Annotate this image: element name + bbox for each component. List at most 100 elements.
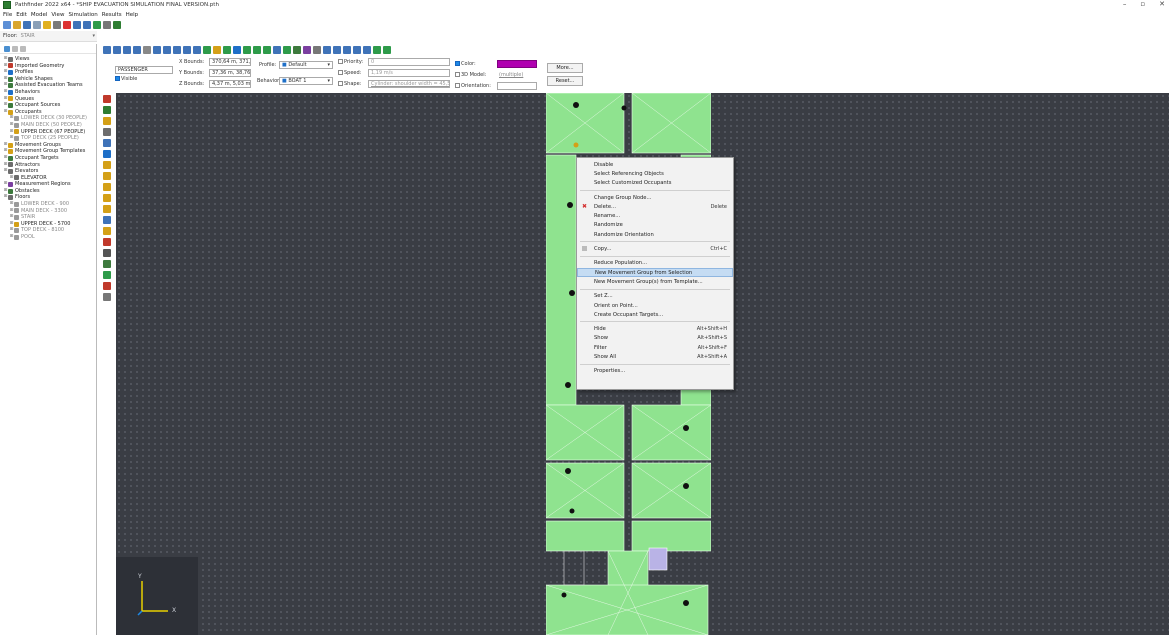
create-tool-icon[interactable] — [103, 249, 111, 257]
menu-edit[interactable]: Edit — [16, 12, 27, 18]
tree-item[interactable]: ⊞ TOP DECK - 8100 — [0, 227, 96, 234]
view-tool-icon[interactable] — [283, 45, 291, 54]
tree-item[interactable]: ⊞ Occupant Targets — [0, 155, 96, 162]
tree-item[interactable]: ⊞ Imported Geometry — [0, 63, 96, 70]
tree-item[interactable]: ⊞ Queues — [0, 96, 96, 103]
view-tool-icon[interactable] — [293, 45, 301, 54]
orientation-checkbox[interactable]: Orientation: — [455, 83, 491, 89]
speed-checkbox[interactable]: Speed: — [338, 70, 361, 76]
print-icon[interactable] — [33, 20, 41, 29]
create-tool-icon[interactable] — [103, 282, 111, 290]
color-checkbox[interactable]: Color: — [455, 61, 476, 67]
stop-icon[interactable] — [63, 20, 71, 29]
view-tool-icon[interactable] — [333, 45, 341, 54]
tree-item[interactable]: ⊞ Obstacles — [0, 188, 96, 195]
speed-field[interactable]: 1,19 m/s — [368, 69, 450, 77]
reset-button[interactable]: Reset... — [547, 76, 583, 86]
tree-item[interactable]: ⊞ STAIR — [0, 214, 96, 221]
create-tool-icon[interactable] — [103, 161, 111, 169]
create-tool-icon[interactable] — [103, 260, 111, 268]
minimize-button[interactable]: – — [1123, 0, 1127, 8]
create-tool-icon[interactable] — [103, 216, 111, 224]
menu-item[interactable]: Create Occupant Targets... — [577, 310, 733, 319]
shape-checkbox[interactable]: Shape: — [338, 81, 361, 87]
create-tool-icon[interactable] — [103, 238, 111, 246]
create-tool-icon[interactable] — [103, 227, 111, 235]
menu-item[interactable]: Rename... — [577, 211, 733, 220]
tree-item[interactable]: ⊞ TOP DECK (25 PEOPLE) — [0, 135, 96, 142]
results-icon[interactable] — [113, 20, 121, 29]
floor-selector[interactable]: Floor: STAIR ▾ — [0, 31, 97, 42]
create-tool-icon[interactable] — [103, 95, 111, 103]
view-tool-icon[interactable] — [153, 45, 161, 54]
tree-item[interactable]: ⊞ Occupant Sources — [0, 102, 96, 109]
menu-item[interactable]: Set Z... — [577, 292, 733, 301]
tool-icon[interactable] — [53, 20, 61, 29]
create-tool-icon[interactable] — [103, 172, 111, 180]
tree-item[interactable]: ⊞ UPPER DECK - 5700 — [0, 221, 96, 228]
tree-item[interactable]: ⊞ Views — [0, 56, 96, 63]
shape-field[interactable]: Cylinder: shoulder width = 45,58 cm — [368, 80, 450, 88]
view-tool-icon[interactable] — [213, 45, 221, 54]
view-tool-icon[interactable] — [143, 45, 151, 54]
tree-item[interactable]: ⊞ Profiles — [0, 69, 96, 76]
create-tool-icon[interactable] — [103, 271, 111, 279]
x-bounds-field[interactable]: 370,64 m, 371,28 m — [209, 58, 251, 66]
menu-item[interactable]: Change Group Node... — [577, 193, 733, 202]
view-tool-icon[interactable] — [343, 45, 351, 54]
new-file-icon[interactable] — [3, 20, 11, 29]
menu-item[interactable]: ✖ Delete... Delete — [577, 202, 733, 211]
expand-tree-icon[interactable] — [4, 45, 10, 52]
name-field[interactable]: PASSENGER — [115, 66, 173, 74]
menu-item[interactable]: Randomize — [577, 221, 733, 230]
tree-item[interactable]: ⊞ LOWER DECK (30 PEOPLE) — [0, 115, 96, 122]
open-folder-icon[interactable] — [13, 20, 21, 29]
view-tool-icon[interactable] — [203, 45, 211, 54]
menu-item[interactable]: Filter Alt+Shift+F — [577, 343, 733, 352]
tree-item[interactable]: ⊞ UPPER DECK (67 PEOPLE) — [0, 129, 96, 136]
menu-item[interactable]: Reduce Population... — [577, 259, 733, 268]
view-tool-icon[interactable] — [163, 45, 171, 54]
create-tool-icon[interactable] — [103, 183, 111, 191]
tree-item[interactable]: ⊞ Measurement Regions — [0, 181, 96, 188]
view-tool-icon[interactable] — [373, 45, 381, 54]
save-icon[interactable] — [23, 20, 31, 29]
view-tool-icon[interactable] — [353, 45, 361, 54]
view-tool-icon[interactable] — [363, 45, 371, 54]
menu-item[interactable]: Randomize Orientation — [577, 230, 733, 239]
menu-simulation[interactable]: Simulation — [68, 12, 97, 18]
view-tool-icon[interactable] — [193, 45, 201, 54]
profile-select[interactable]: ■ Default ▾ — [279, 61, 333, 69]
z-bounds-field[interactable]: 4,37 m, 5,03 m — [209, 80, 251, 88]
close-button[interactable]: ✕ — [1159, 0, 1165, 8]
run-icon[interactable] — [43, 20, 51, 29]
create-tool-icon[interactable] — [103, 194, 111, 202]
create-tool-icon[interactable] — [103, 139, 111, 147]
menu-item[interactable]: Show Alt+Shift+S — [577, 334, 733, 343]
menu-results[interactable]: Results — [102, 12, 122, 18]
menu-item[interactable]: New Movement Group(s) from Template... — [577, 277, 733, 286]
tree-item[interactable]: ⊞ Elevators — [0, 168, 96, 175]
view-tool-icon[interactable] — [183, 45, 191, 54]
menu-item[interactable]: Disable — [577, 160, 733, 169]
tree-item[interactable]: ⊞ LOWER DECK - 900 — [0, 201, 96, 208]
tree-item[interactable]: ⊞ Occupants — [0, 109, 96, 116]
menu-view[interactable]: View — [51, 12, 64, 18]
view-tool-icon[interactable] — [173, 45, 181, 54]
menu-item[interactable]: Show All Alt+Shift+A — [577, 352, 733, 361]
maximize-button[interactable]: ▫ — [1140, 0, 1145, 8]
create-tool-icon[interactable] — [103, 128, 111, 136]
create-tool-icon[interactable] — [103, 106, 111, 114]
filter-tree-icon[interactable] — [12, 45, 18, 52]
menu-item[interactable]: Hide Alt+Shift+H — [577, 324, 733, 333]
view-tool-icon[interactable] — [233, 45, 241, 54]
dropdown-icon[interactable] — [103, 20, 111, 29]
y-bounds-field[interactable]: 37,36 m, 38,76 m — [209, 69, 251, 77]
menu-item[interactable]: Select Customized Occupants — [577, 179, 733, 188]
more-button[interactable]: More... — [547, 63, 583, 73]
menu-item[interactable]: Orient on Point... — [577, 301, 733, 310]
simulate-icon[interactable] — [93, 20, 101, 29]
view-tool-icon[interactable] — [303, 45, 311, 54]
tree-item[interactable]: ⊞ MAIN DECK - 3300 — [0, 208, 96, 215]
model3d-value[interactable]: (multiple) — [499, 72, 523, 78]
